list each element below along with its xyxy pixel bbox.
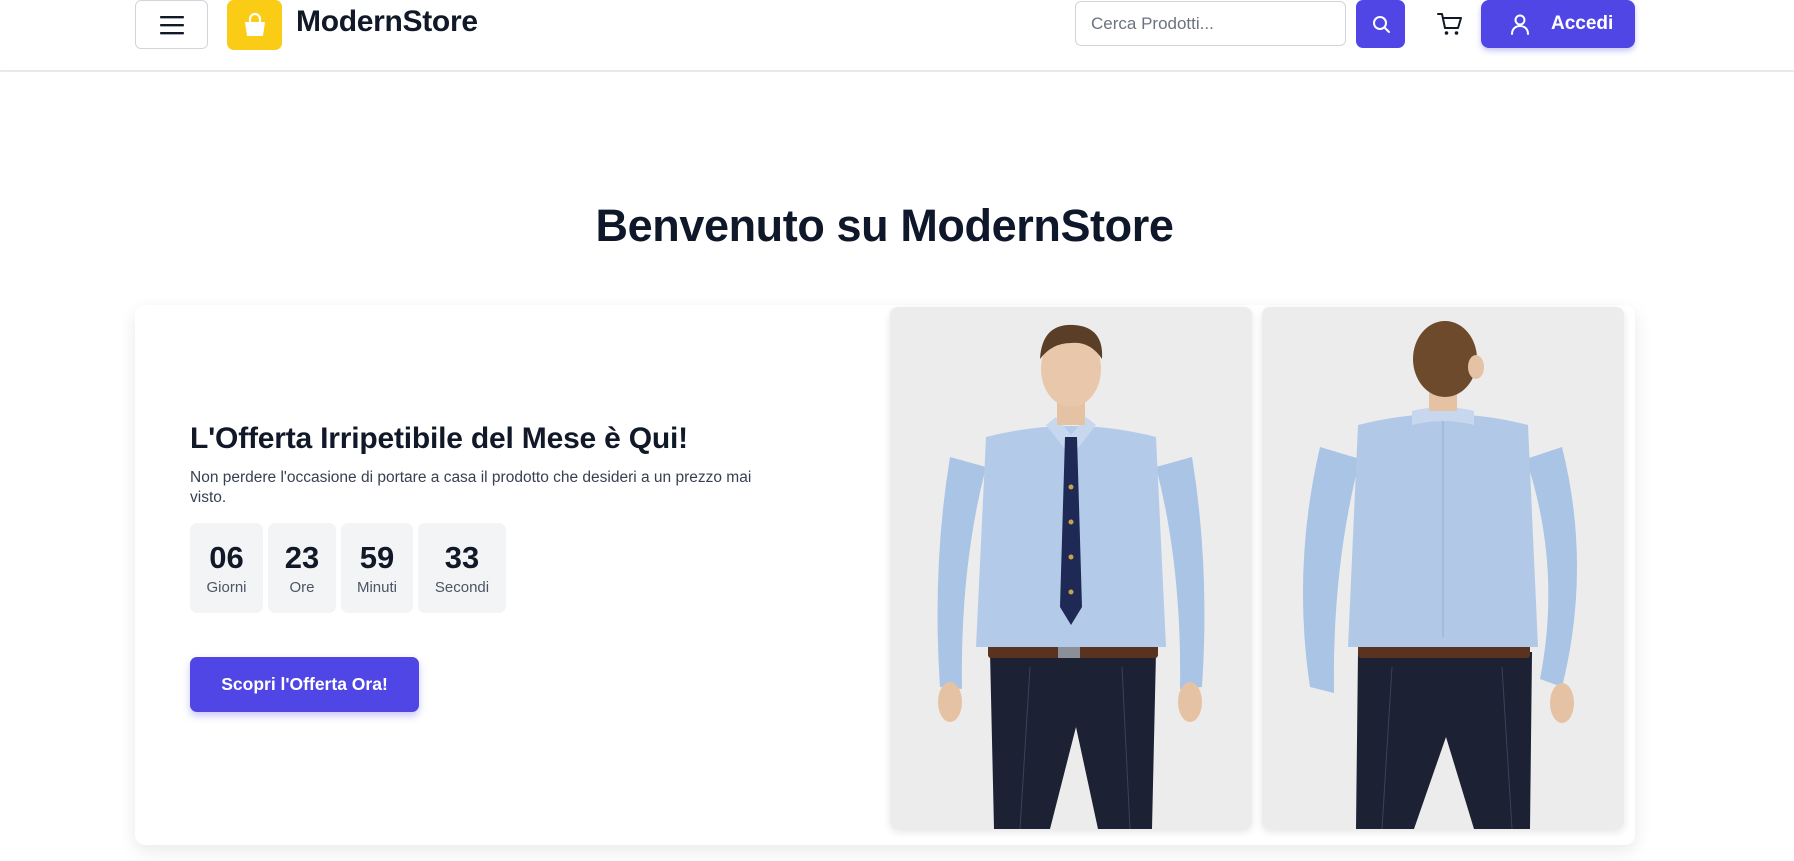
countdown-timer: 06 Giorni 23 Ore 59 Minuti 33 Secondi bbox=[190, 523, 506, 613]
login-button[interactable]: Accedi bbox=[1481, 0, 1635, 48]
offer-card: L'Offerta Irripetibile del Mese è Qui! N… bbox=[135, 305, 1635, 845]
countdown-label: Minuti bbox=[356, 578, 397, 596]
login-label: Accedi bbox=[1551, 13, 1614, 34]
countdown-label: Ore bbox=[289, 578, 315, 596]
countdown-minutes: 59 Minuti bbox=[341, 523, 413, 613]
offer-heading: L'Offerta Irripetibile del Mese è Qui! bbox=[190, 422, 688, 455]
product-image-back[interactable] bbox=[1262, 307, 1624, 829]
search-button[interactable] bbox=[1356, 0, 1405, 48]
countdown-days: 06 Giorni bbox=[190, 523, 263, 613]
offer-description: Non perdere l'occasione di portare a cas… bbox=[190, 469, 752, 506]
countdown-label: Giorni bbox=[206, 578, 247, 596]
menu-button[interactable] bbox=[135, 0, 208, 49]
product-illustration-back bbox=[1262, 307, 1624, 829]
site-header: ModernStore Accedi bbox=[0, 0, 1794, 71]
search-input[interactable] bbox=[1075, 1, 1346, 46]
countdown-value: 33 bbox=[444, 539, 480, 575]
search-icon bbox=[1372, 16, 1390, 33]
discover-offer-button[interactable]: Scopri l'Offerta Ora! bbox=[190, 657, 419, 712]
product-illustration-front bbox=[890, 307, 1252, 829]
countdown-value: 23 bbox=[284, 539, 320, 575]
cart-button[interactable] bbox=[1432, 8, 1468, 40]
main-content: Benvenuto su ModernStore L'Offerta Irrip… bbox=[0, 72, 1794, 861]
page-title: Benvenuto su ModernStore bbox=[595, 200, 1174, 251]
countdown-value: 06 bbox=[209, 539, 244, 575]
cart-icon bbox=[1437, 13, 1462, 35]
countdown-seconds: 33 Secondi bbox=[418, 523, 506, 613]
shopping-bag-icon bbox=[244, 12, 265, 36]
user-icon bbox=[1511, 14, 1529, 35]
countdown-hours: 23 Ore bbox=[268, 523, 336, 613]
menu-icon bbox=[159, 15, 184, 34]
logo[interactable] bbox=[227, 0, 282, 50]
countdown-value: 59 bbox=[359, 539, 395, 575]
brand-name[interactable]: ModernStore bbox=[296, 5, 478, 39]
product-image-front[interactable] bbox=[890, 307, 1252, 829]
countdown-label: Secondi bbox=[434, 578, 490, 596]
